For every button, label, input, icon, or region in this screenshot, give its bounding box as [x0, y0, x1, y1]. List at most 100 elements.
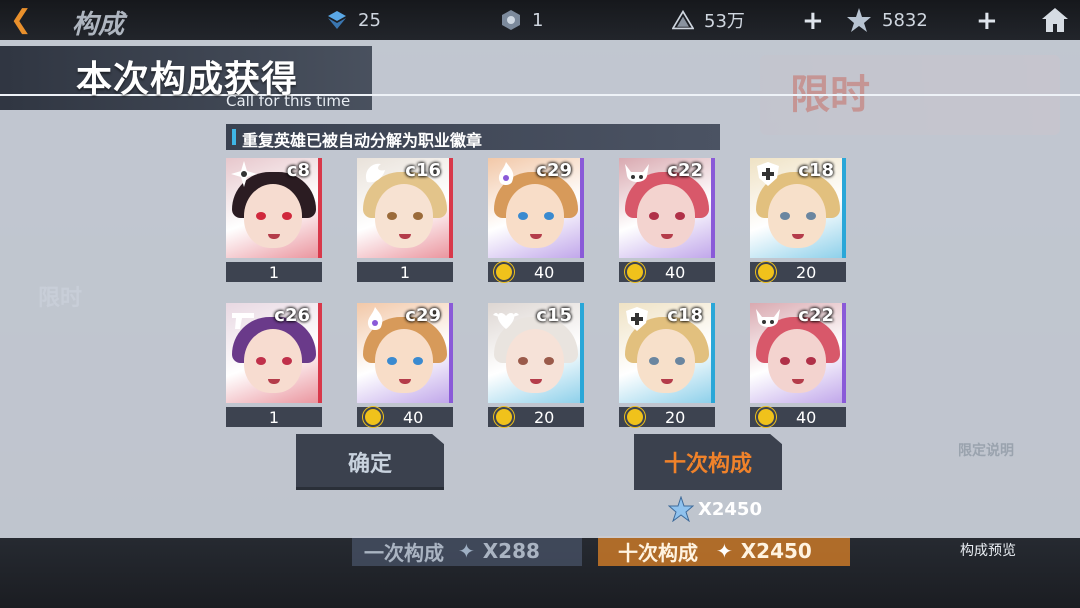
hero-card[interactable]: c18 20: [750, 158, 846, 284]
hero-code: c22: [667, 160, 703, 181]
duplicate-notice-text: 重复英雄已被自动分解为职业徽章: [242, 131, 483, 150]
hero-count: 1: [226, 262, 322, 282]
hero-card[interactable]: c29 40: [488, 158, 584, 284]
hero-count-value: 20: [796, 262, 817, 282]
triangle-emblem-icon: [672, 9, 694, 30]
rule-button[interactable]: 限定说明: [958, 440, 1014, 460]
back-arrow-icon[interactable]: ❮: [10, 6, 36, 34]
hero-count-value: 40: [534, 262, 555, 282]
hex-token-icon: [502, 10, 520, 30]
hero-card[interactable]: c22 40: [750, 303, 846, 429]
hero-card[interactable]: c22 40: [619, 158, 715, 284]
hero-count: 1: [226, 407, 322, 427]
one-pull-label: 一次构成: [364, 540, 444, 565]
one-pull-button[interactable]: 一次构成 ✦ X288: [352, 536, 582, 566]
class-badge-icon: [756, 262, 776, 282]
hero-code: c29: [405, 305, 441, 326]
hero-card[interactable]: c26 1: [226, 303, 322, 429]
hero-card[interactable]: c15 20: [488, 303, 584, 429]
hero-count-value: 1: [268, 262, 280, 282]
hero-portrait: c22: [750, 303, 846, 403]
ten-pull-button[interactable]: 十次构成 ✦ X2450: [598, 536, 850, 566]
ten-pull-cost-value: X2450: [698, 498, 762, 520]
hero-count: 40: [357, 407, 453, 427]
hero-code: c18: [798, 160, 834, 181]
class-badge-icon: [363, 407, 383, 427]
resource-token: 1: [500, 8, 543, 32]
limited-banner-text: 限时: [790, 72, 870, 118]
hero-count-value: 20: [665, 407, 686, 427]
hero-card[interactable]: c29 40: [357, 303, 453, 429]
resource-value: 5832: [882, 9, 928, 31]
hero-count-value: 40: [796, 407, 817, 427]
class-badge-icon: [494, 262, 514, 282]
hero-count-value: 40: [665, 262, 686, 282]
hero-portrait: c8: [226, 158, 322, 258]
hero-code: c22: [798, 305, 834, 326]
add-stars-button[interactable]: +: [976, 6, 998, 36]
hero-count: 40: [619, 262, 715, 282]
resource-cubes: 25: [326, 8, 381, 32]
hero-count: 40: [488, 262, 584, 282]
flame-icon: [367, 307, 383, 330]
hero-count: 20: [750, 262, 846, 282]
hero-code: c18: [667, 305, 703, 326]
resource-value: 1: [532, 9, 544, 31]
top-bar: ❮ 构成 25 1 53万 + 5832 +: [0, 0, 1080, 40]
hero-portrait: c22: [619, 158, 715, 258]
hero-count-value: 20: [534, 407, 555, 427]
horned-mask-icon: [756, 309, 780, 327]
ten-pull-cost: X2450: [668, 496, 762, 522]
pistol-icon: [232, 313, 254, 329]
hero-count: 40: [750, 407, 846, 427]
class-badge-icon: [625, 262, 645, 282]
home-icon[interactable]: [1040, 5, 1070, 35]
hero-code: c15: [536, 305, 572, 326]
hero-count: 20: [619, 407, 715, 427]
hero-portrait: c29: [488, 158, 584, 258]
confirm-button[interactable]: 确定: [296, 434, 444, 490]
hero-count-value: 40: [403, 407, 424, 427]
ten-pull-label: 十次构成: [618, 540, 698, 565]
hero-card[interactable]: c18 20: [619, 303, 715, 429]
resource-value: 53万: [704, 11, 745, 32]
result-overlay: [0, 40, 1080, 538]
hero-card[interactable]: c16 1: [357, 158, 453, 284]
result-subtitle: Call for this time: [226, 92, 351, 110]
hero-card[interactable]: c8 1: [226, 158, 322, 284]
hero-portrait: c18: [750, 158, 846, 258]
hero-code: c16: [405, 160, 441, 181]
blue-cube-icon: [328, 11, 346, 29]
star-crystal-icon: ✦: [716, 539, 733, 563]
resource-value: 25: [358, 9, 381, 31]
hero-portrait: c18: [619, 303, 715, 403]
ten-pull-again-button[interactable]: 十次构成: [634, 434, 782, 490]
shield-cross-icon: [626, 307, 648, 331]
class-badge-icon: [494, 407, 514, 427]
resource-stars: 5832: [846, 8, 928, 32]
hero-code: c29: [536, 160, 572, 181]
resource-emblem: 53万: [672, 8, 745, 32]
one-pull-cost: X288: [482, 539, 540, 563]
star-crystal-icon: [847, 8, 871, 32]
heart-wings-icon: [493, 312, 519, 329]
shield-cross-icon: [757, 162, 779, 186]
hero-count: 1: [357, 262, 453, 282]
duplicate-notice: 重复英雄已被自动分解为职业徽章: [226, 124, 720, 150]
hero-code: c26: [274, 305, 310, 326]
star-crystal-icon: ✦: [458, 539, 475, 563]
add-emblem-button[interactable]: +: [802, 6, 824, 36]
hero-count-value: 1: [399, 262, 411, 282]
ten-pull-cost: X2450: [740, 539, 812, 563]
hero-count-value: 1: [268, 407, 280, 427]
star-crystal-icon: [668, 496, 694, 522]
preview-button[interactable]: 构成预览: [960, 540, 1016, 560]
dragon-icon: [365, 163, 385, 183]
class-badge-icon: [756, 407, 776, 427]
hero-code: c8: [286, 160, 310, 181]
flame-icon: [498, 162, 514, 185]
shuriken-icon: [231, 161, 257, 187]
hero-portrait: c15: [488, 303, 584, 403]
hero-count: 20: [488, 407, 584, 427]
class-badge-icon: [625, 407, 645, 427]
